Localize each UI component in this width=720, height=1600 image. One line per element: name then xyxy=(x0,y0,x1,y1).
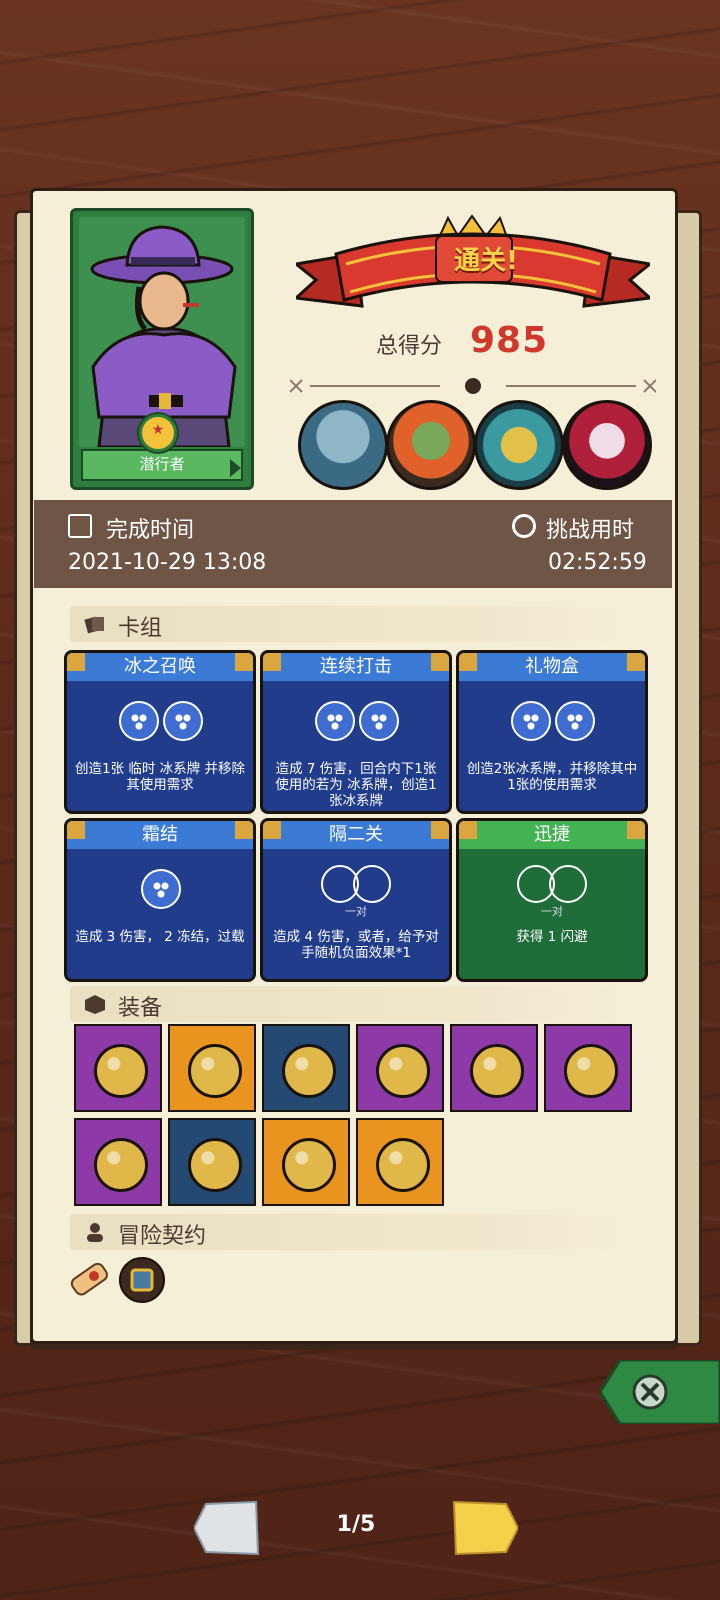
deck-card[interactable]: 连续打击造成 7 伤害，回合内下1张使用的若为 冰系牌，创造1张冰系牌 xyxy=(260,650,452,814)
card-title: 霜结 xyxy=(67,821,253,849)
deck-card[interactable]: 隔二关一对造成 4 伤害，或者，给予对手随机负面效果*1 xyxy=(260,818,452,982)
card-corner-right xyxy=(431,653,449,671)
boss-portrait-2 xyxy=(386,400,476,490)
equipment-art xyxy=(94,1044,148,1098)
boss-divider xyxy=(290,378,656,394)
equipment-art xyxy=(94,1138,148,1192)
time-bar: 完成时间 2021-10-29 13:08 挑战用时 02:52:59 xyxy=(34,500,672,588)
card-title: 隔二关 xyxy=(263,821,449,849)
next-page-button[interactable] xyxy=(452,1500,518,1556)
card-corner-left xyxy=(459,821,477,839)
ice-element-icon xyxy=(163,701,203,741)
card-corner-left xyxy=(459,653,477,671)
deck-card[interactable]: 礼物盒创造2张冰系牌，并移除其中1张的使用需求 xyxy=(456,650,648,814)
card-description: 造成 3 伤害， 2 冻结，过载 xyxy=(75,929,245,945)
person-icon xyxy=(87,1223,103,1242)
card-title: 礼物盒 xyxy=(459,653,645,681)
contract-section-header: 冒险契约 xyxy=(70,1214,634,1250)
pair-ring-icon xyxy=(549,865,587,903)
deck-header-text: 卡组 xyxy=(118,616,163,641)
calendar-icon xyxy=(68,514,92,538)
cards-icon xyxy=(84,616,104,634)
victory-title: 通关! xyxy=(454,246,518,276)
complete-time-value: 2021-10-29 13:08 xyxy=(68,550,267,575)
card-corner-right xyxy=(627,653,645,671)
equipment-section-header: 装备 xyxy=(70,986,634,1022)
deck-card[interactable]: 迅捷一对获得 1 闪避 xyxy=(456,818,648,982)
total-score-label: 总得分 xyxy=(376,334,443,359)
card-description: 造成 7 伤害，回合内下1张使用的若为 冰系牌，创造1张冰系牌 xyxy=(275,761,437,809)
stopwatch-icon xyxy=(512,514,536,538)
card-title: 迅捷 xyxy=(459,821,645,849)
blue-slime-icon[interactable] xyxy=(168,1024,256,1112)
equipment-art xyxy=(282,1138,336,1192)
page-indicator: 1/5 xyxy=(336,1512,376,1537)
boss-portrait-3 xyxy=(474,400,564,490)
equipment-header-text: 装备 xyxy=(118,996,163,1021)
card-subtitle: 一对 xyxy=(541,905,563,918)
card-corner-left xyxy=(67,821,85,839)
scroll-contract-icon[interactable] xyxy=(66,1256,114,1304)
ice-element-icon xyxy=(315,701,355,741)
complete-time-label: 完成时间 xyxy=(106,518,195,543)
boss-portrait-4 xyxy=(562,400,652,490)
prev-page-button[interactable] xyxy=(194,1500,260,1556)
golden-frame-icon[interactable] xyxy=(356,1024,444,1112)
card-title: 连续打击 xyxy=(263,653,449,681)
close-button[interactable] xyxy=(600,1360,720,1424)
equipment-art xyxy=(188,1138,242,1192)
card-corner-right xyxy=(235,653,253,671)
card-description: 造成 4 伤害，或者，给予对手随机负面效果*1 xyxy=(273,929,439,961)
equipment-art xyxy=(564,1044,618,1098)
ice-element-icon xyxy=(141,869,181,909)
equipment-art xyxy=(188,1044,242,1098)
card-description: 获得 1 闪避 xyxy=(516,929,588,945)
card-corner-left xyxy=(263,821,281,839)
sapphire-ring-icon[interactable] xyxy=(450,1024,538,1112)
equipment-art xyxy=(376,1138,430,1192)
card-title: 冰之召唤 xyxy=(67,653,253,681)
deck-card[interactable]: 霜结造成 3 伤害， 2 冻结，过载 xyxy=(64,818,256,982)
pair-ring-icon xyxy=(353,865,391,903)
card-corner-right xyxy=(431,821,449,839)
card-description: 创造1张 临时 冰系牌 并移除其使用需求 xyxy=(75,761,245,793)
contract-header-text: 冒险契约 xyxy=(118,1224,207,1249)
card-subtitle: 一对 xyxy=(345,905,367,918)
equipment-art xyxy=(376,1044,430,1098)
card-corner-right xyxy=(235,821,253,839)
ice-element-icon xyxy=(511,701,551,741)
ice-element-icon xyxy=(555,701,595,741)
treasure-box-icon[interactable] xyxy=(118,1256,166,1304)
rank-medal-icon xyxy=(139,414,177,452)
ice-shield-icon[interactable] xyxy=(356,1118,444,1206)
card-description: 创造2张冰系牌，并移除其中1张的使用需求 xyxy=(466,761,638,793)
equipment-art xyxy=(470,1044,524,1098)
challenge-time-label: 挑战用时 xyxy=(546,518,635,543)
gold-coin-icon[interactable] xyxy=(262,1118,350,1206)
next-hero-arrow-icon[interactable] xyxy=(230,459,241,477)
card-corner-left xyxy=(67,653,85,671)
boss-portrait-1 xyxy=(298,400,388,490)
total-score-value: 985 xyxy=(470,320,549,361)
challenge-time-value: 02:52:59 xyxy=(548,550,647,575)
scroll-icon[interactable] xyxy=(168,1118,256,1206)
flame-gem-icon[interactable] xyxy=(544,1024,632,1112)
amulet-icon[interactable] xyxy=(74,1024,162,1112)
card-corner-left xyxy=(263,653,281,671)
ice-element-icon xyxy=(119,701,159,741)
hero-illustration xyxy=(79,217,245,447)
deck-card[interactable]: 冰之召唤创造1张 临时 冰系牌 并移除其使用需求 xyxy=(64,650,256,814)
deck-section-header: 卡组 xyxy=(70,606,634,642)
ice-element-icon xyxy=(359,701,399,741)
hero-name: 潜行者 xyxy=(81,449,243,481)
leather-armor-icon[interactable] xyxy=(74,1118,162,1206)
card-corner-right xyxy=(627,821,645,839)
pink-gem-icon[interactable] xyxy=(262,1024,350,1112)
box-icon xyxy=(85,995,105,1014)
equipment-art xyxy=(282,1044,336,1098)
